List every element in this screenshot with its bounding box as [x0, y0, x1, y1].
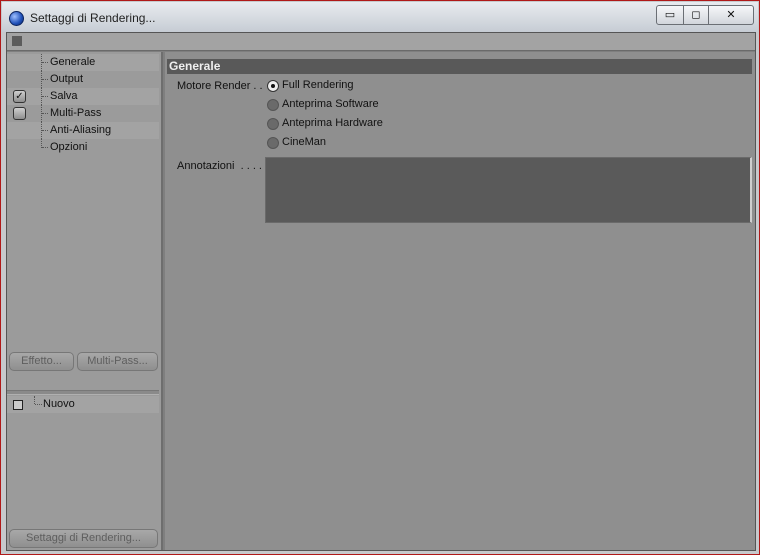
- settings-panel: Generale Motore Render . . Full Renderin…: [165, 52, 755, 550]
- list-item-label: Nuovo: [43, 398, 75, 410]
- salva-checkbox[interactable]: ✓: [13, 90, 26, 103]
- sidebar-item-label: Opzioni: [50, 141, 88, 153]
- sidebar-item-opzioni[interactable]: Opzioni: [7, 139, 159, 156]
- tree-line: [42, 79, 48, 80]
- sidebar-item-anti-aliasing[interactable]: Anti-Aliasing: [7, 122, 159, 139]
- minimize-icon[interactable]: ▭: [656, 5, 684, 25]
- sidebar-item-generale[interactable]: Generale: [7, 54, 159, 71]
- list-item[interactable]: Nuovo: [7, 396, 159, 413]
- sidebar-item-label: Salva: [50, 90, 78, 102]
- toolbar: [7, 33, 755, 51]
- notes-textarea[interactable]: [265, 157, 752, 223]
- tree-line: [42, 130, 48, 131]
- radio-label[interactable]: Anteprima Software: [282, 98, 379, 110]
- radio-anteprima-hardware[interactable]: [267, 118, 279, 130]
- close-icon[interactable]: ✕: [709, 5, 754, 25]
- section-header: Generale: [167, 59, 752, 74]
- sidebar-item-label: Output: [50, 73, 84, 85]
- sidebar-item-salva[interactable]: ✓ Salva: [7, 88, 159, 105]
- sidebar-item-label: Multi-Pass: [50, 107, 102, 119]
- render-settings-button[interactable]: Settaggi di Rendering...: [9, 529, 158, 548]
- multi-pass-checkbox[interactable]: [13, 107, 26, 120]
- tree-line: [42, 147, 48, 148]
- notes-label: Annotazioni . . . .: [177, 160, 262, 172]
- maximize-icon[interactable]: ◻: [684, 5, 709, 25]
- radio-label[interactable]: Anteprima Hardware: [282, 117, 383, 129]
- radio-cineman[interactable]: [267, 137, 279, 149]
- settings-sidebar: Generale Output ✓ Salva Multi-Pass Anti-…: [7, 52, 163, 550]
- tree-line: [35, 404, 42, 405]
- sidebar-item-label: Anti-Aliasing: [50, 124, 112, 136]
- tree-line: [34, 396, 36, 404]
- window-title: Settaggi di Rendering...: [30, 11, 156, 25]
- tree-line: [42, 113, 48, 114]
- divider: [7, 390, 159, 395]
- title-bar[interactable]: Settaggi di Rendering... ▭ ◻ ✕: [2, 2, 758, 32]
- render-settings-window: Settaggi di Rendering... ▭ ◻ ✕ Generale …: [0, 0, 760, 555]
- render-setting-icon: [13, 400, 23, 410]
- render-engine-label: Motore Render . .: [177, 80, 263, 92]
- radio-anteprima-software[interactable]: [267, 99, 279, 111]
- tree-line: [42, 62, 48, 63]
- grip-icon[interactable]: [12, 36, 22, 46]
- sidebar-item-multi-pass[interactable]: Multi-Pass: [7, 105, 159, 122]
- radio-label[interactable]: Full Rendering: [282, 79, 354, 91]
- radio-label[interactable]: CineMan: [282, 136, 326, 148]
- radio-full-rendering[interactable]: [267, 80, 279, 92]
- app-icon: [9, 11, 24, 26]
- sidebar-item-output[interactable]: Output: [7, 71, 159, 88]
- dialog-body: Generale Output ✓ Salva Multi-Pass Anti-…: [6, 32, 756, 551]
- sidebar-item-label: Generale: [50, 56, 96, 68]
- multipass-button[interactable]: Multi-Pass...: [77, 352, 158, 371]
- effect-button[interactable]: Effetto...: [9, 352, 74, 371]
- tree-line: [42, 96, 48, 97]
- window-controls: ▭ ◻ ✕: [656, 5, 754, 25]
